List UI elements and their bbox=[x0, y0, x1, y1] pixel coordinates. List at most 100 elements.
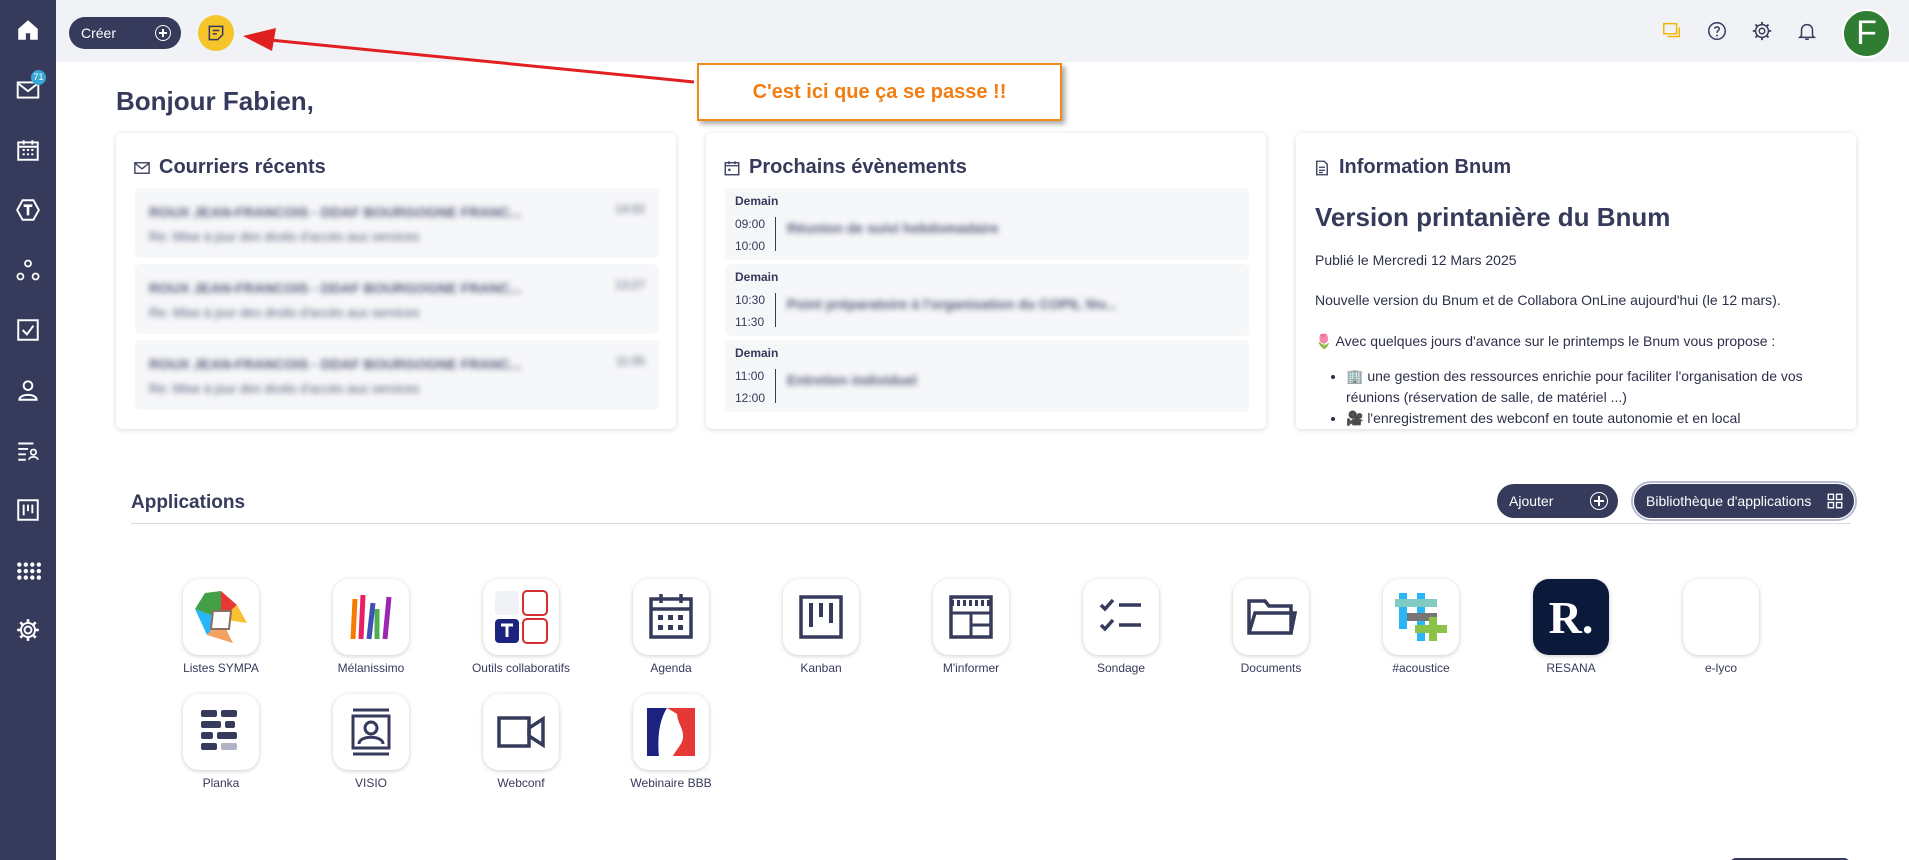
app-elyco[interactable]: e-lyco bbox=[1656, 579, 1786, 675]
app-planka[interactable]: Planka bbox=[156, 694, 286, 790]
sidebar-item-contacts[interactable] bbox=[0, 368, 56, 412]
applications-divider bbox=[131, 523, 1851, 524]
upcoming-events-title-text: Prochains évènements bbox=[749, 156, 967, 178]
event-end: 10:00 bbox=[735, 239, 766, 253]
mail-sender: ROUX JEAN-FRANCOIS - DDAF BOURGOGNE FRAN… bbox=[149, 204, 522, 220]
app-label: VISIO bbox=[354, 776, 387, 790]
workspaces-icon bbox=[16, 259, 40, 281]
event-start: 09:00 bbox=[735, 217, 766, 231]
app-agenda[interactable]: Agenda bbox=[606, 579, 736, 675]
agenda-icon bbox=[649, 594, 693, 639]
app-label: Kanban bbox=[800, 661, 842, 675]
app-sondage[interactable]: Sondage bbox=[1056, 579, 1186, 675]
contacts-icon bbox=[18, 380, 38, 401]
apps-grid-icon bbox=[17, 562, 41, 580]
sidebar: 71 bbox=[0, 0, 56, 860]
gear-icon bbox=[1752, 21, 1772, 41]
add-application-button[interactable]: Ajouter bbox=[1497, 484, 1618, 518]
mail-subject: Re: Mise à jour des droits d'accès aux s… bbox=[149, 229, 420, 244]
app-resana[interactable]: R. RESANA bbox=[1506, 579, 1636, 675]
sticky-notes-button[interactable] bbox=[198, 15, 234, 51]
tasks-icon bbox=[17, 319, 39, 341]
event-end: 11:30 bbox=[735, 315, 765, 329]
mail-item[interactable]: ROUX JEAN-FRANCOIS - DDAF BOURGOGNE FRAN… bbox=[135, 264, 659, 334]
outils-collaboratifs-icon bbox=[495, 590, 548, 644]
add-application-label: Ajouter bbox=[1509, 493, 1554, 509]
poll-icon bbox=[1099, 598, 1141, 632]
avatar[interactable]: F bbox=[1842, 9, 1891, 58]
annotation-arrow bbox=[243, 28, 695, 84]
event-title: Point préparatoire à l'organisation du C… bbox=[787, 296, 1117, 312]
app-visio[interactable]: VISIO bbox=[306, 694, 436, 790]
app-listes-sympa[interactable]: Listes SYMPA bbox=[156, 579, 286, 675]
app-label: M'informer bbox=[942, 661, 1000, 675]
mail-subject: Re: Mise à jour des droits d'accès aux s… bbox=[149, 305, 420, 320]
app-label: Mélanissimo bbox=[337, 661, 405, 675]
mail-sender: ROUX JEAN-FRANCOIS - DDAF BOURGOGNE FRAN… bbox=[149, 280, 522, 296]
sidebar-item-directory[interactable] bbox=[0, 428, 56, 472]
sidebar-item-mail[interactable]: 71 bbox=[0, 68, 56, 112]
info-published-date: Publié le Mercredi 12 Mars 2025 bbox=[1315, 252, 1517, 268]
event-day: Demain bbox=[735, 194, 779, 208]
info-heading: Version printanière du Bnum bbox=[1315, 202, 1671, 232]
create-button[interactable]: Créer bbox=[69, 17, 181, 49]
app-kanban[interactable]: Kanban bbox=[756, 579, 886, 675]
info-bullet: 🏢 une gestion des ressources enrichie po… bbox=[1346, 366, 1836, 408]
calendar-icon bbox=[17, 140, 39, 161]
sidebar-item-settings[interactable] bbox=[0, 608, 56, 652]
sidebar-item-workspaces[interactable] bbox=[0, 248, 56, 292]
sidebar-item-kanban[interactable] bbox=[0, 488, 56, 532]
app-library-button[interactable]: Bibliothèque d'applications bbox=[1631, 481, 1857, 521]
recent-mail-card: Courriers récents ROUX JEAN-FRANCOIS - D… bbox=[116, 133, 676, 429]
kanban-app-icon bbox=[799, 595, 843, 639]
app-minformer[interactable]: M'informer bbox=[906, 579, 1036, 675]
mail-subject: Re: Mise à jour des droits d'accès aux s… bbox=[149, 381, 420, 396]
app-webinaire-bbb[interactable]: Webinaire BBB bbox=[606, 694, 736, 790]
bnum-info-card: Information Bnum Version printanière du … bbox=[1296, 133, 1856, 429]
settings-button[interactable] bbox=[1750, 19, 1774, 43]
sidebar-item-apps[interactable] bbox=[0, 548, 56, 592]
sidebar-item-calendar[interactable] bbox=[0, 128, 56, 172]
marianne-icon bbox=[647, 708, 695, 756]
upcoming-events-card: Prochains évènements Demain 09:00 10:00 … bbox=[706, 133, 1266, 429]
event-item[interactable]: Demain 10:30 11:30 Point préparatoire à … bbox=[725, 264, 1249, 336]
chat-button[interactable] bbox=[1660, 19, 1684, 43]
resana-logo-text: R. bbox=[1548, 591, 1594, 643]
event-day: Demain bbox=[735, 270, 779, 284]
planka-icon bbox=[201, 710, 237, 750]
melanissimo-icon bbox=[350, 594, 392, 640]
sidebar-item-tchap[interactable] bbox=[0, 188, 56, 232]
top-bar: Créer F bbox=[56, 0, 1909, 62]
elyco-icon bbox=[1683, 579, 1759, 655]
event-title: Réunion de suivi hebdomadaire bbox=[787, 220, 999, 236]
app-label: Planka bbox=[202, 776, 240, 790]
app-outils-collaboratifs[interactable]: Outils collaboratifs bbox=[456, 579, 586, 675]
help-button[interactable] bbox=[1705, 19, 1729, 43]
directory-icon bbox=[18, 442, 39, 461]
notifications-button[interactable] bbox=[1795, 19, 1819, 43]
sidebar-item-home[interactable] bbox=[0, 8, 56, 52]
app-label: Documents bbox=[1240, 661, 1302, 675]
webconf-icon bbox=[497, 715, 545, 749]
event-item[interactable]: Demain 11:00 12:00 Entretien individuel bbox=[725, 340, 1249, 412]
greeting-title: Bonjour Fabien, bbox=[116, 86, 314, 116]
acoustice-icon bbox=[1395, 593, 1447, 641]
app-documents[interactable]: Documents bbox=[1206, 579, 1336, 675]
app-label: #acoustice bbox=[1392, 661, 1450, 675]
app-melanissimo[interactable]: Mélanissimo bbox=[306, 579, 436, 675]
app-label: Agenda bbox=[650, 661, 692, 675]
mail-date: 11:05 bbox=[615, 354, 645, 368]
app-label: Outils collaboratifs bbox=[471, 661, 571, 675]
grid-icon bbox=[1827, 493, 1843, 509]
bnum-info-title: Information Bnum bbox=[1313, 156, 1511, 179]
sidebar-item-tasks[interactable] bbox=[0, 308, 56, 352]
info-bullet-list: 🏢 une gestion des ressources enrichie po… bbox=[1346, 366, 1836, 429]
tchap-icon bbox=[16, 199, 40, 221]
plus-circle-icon bbox=[1590, 492, 1608, 510]
mail-item[interactable]: ROUX JEAN-FRANCOIS - DDAF BOURGOGNE FRAN… bbox=[135, 188, 659, 258]
app-webconf[interactable]: Webconf bbox=[456, 694, 586, 790]
mail-item[interactable]: ROUX JEAN-FRANCOIS - DDAF BOURGOGNE FRAN… bbox=[135, 340, 659, 410]
mail-sender: ROUX JEAN-FRANCOIS - DDAF BOURGOGNE FRAN… bbox=[149, 356, 522, 372]
event-item[interactable]: Demain 09:00 10:00 Réunion de suivi hebd… bbox=[725, 188, 1249, 260]
app-acoustice[interactable]: #acoustice bbox=[1356, 579, 1486, 675]
